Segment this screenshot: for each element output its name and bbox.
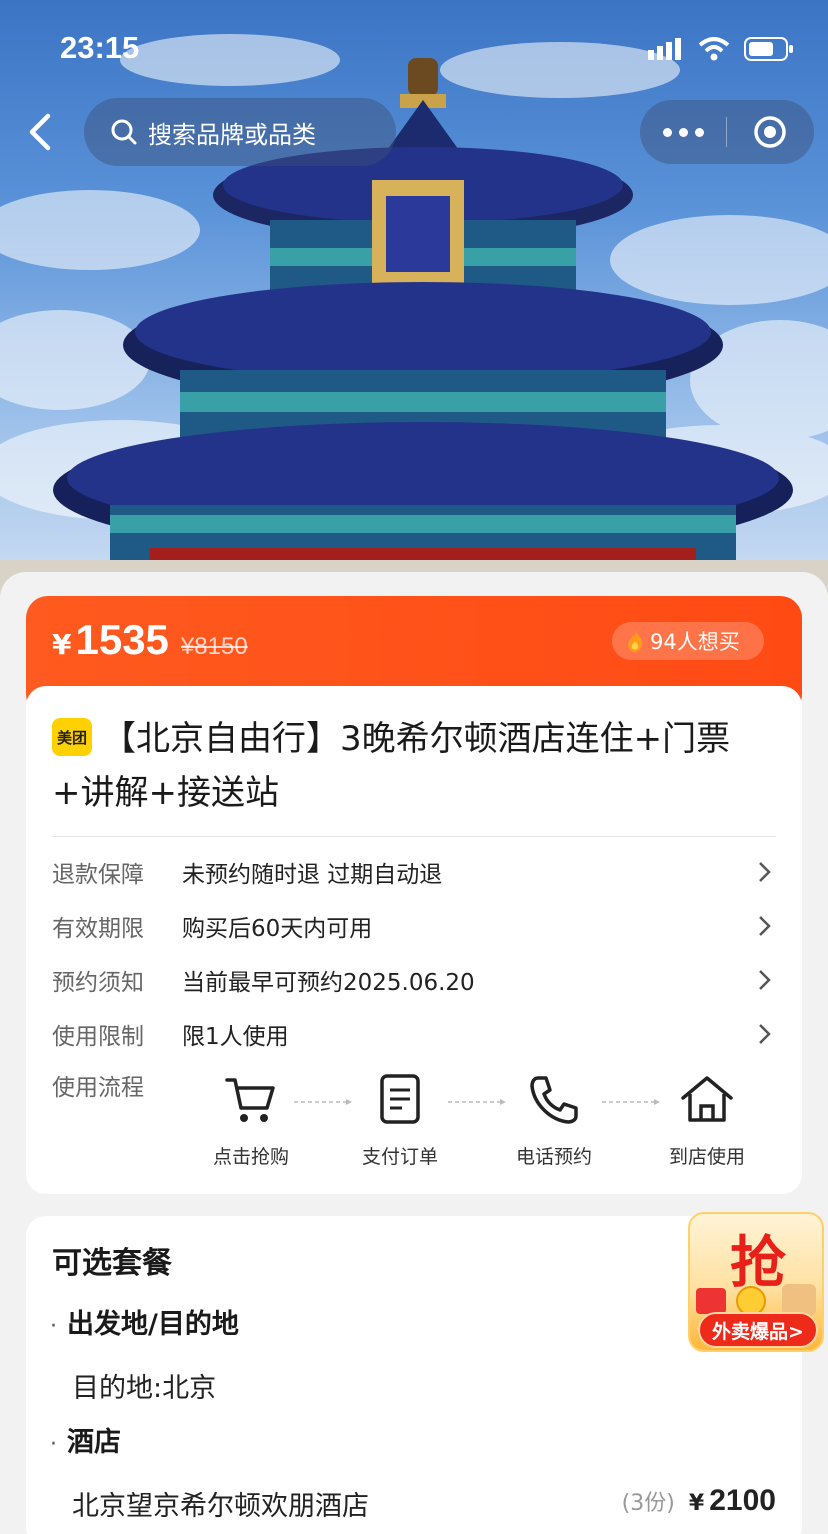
package-option[interactable]: 目的地:北京 <box>72 1366 216 1405</box>
original-price: ¥8150 <box>180 633 248 660</box>
document-icon <box>380 1074 420 1124</box>
info-key: 使用限制 <box>52 1024 144 1050</box>
chevron-left-icon <box>29 113 51 151</box>
want-badge: 94人想买 <box>612 622 764 660</box>
package-section-heading: · 酒店 <box>50 1420 121 1459</box>
close-miniprogram-button[interactable] <box>727 114 813 150</box>
info-key: 有效期限 <box>52 916 144 942</box>
info-key: 退款保障 <box>52 862 144 888</box>
phone-icon <box>530 1076 578 1124</box>
info-row-validity[interactable]: 有效期限 购买后60天内可用 <box>52 906 776 946</box>
bullet-dot: · <box>50 1314 57 1339</box>
package-amount: 2100 <box>709 1484 776 1517</box>
flame-icon <box>628 630 643 652</box>
flow-step: 支付订单 <box>345 1072 455 1169</box>
chevron-right-icon <box>759 862 771 882</box>
section-heading-text: 出发地/目的地 <box>67 1309 239 1340</box>
signal-icon <box>648 38 681 60</box>
currency-symbol: ¥ <box>52 628 72 661</box>
section-heading-text: 酒店 <box>67 1427 121 1458</box>
chevron-right-icon <box>759 970 771 990</box>
product-title: 【北京自由行】3晚希尔顿酒店连住+门票+讲解+接送站 <box>52 719 731 813</box>
flow-step-label: 点击抢购 <box>212 1146 289 1168</box>
info-row-limit[interactable]: 使用限制 限1人使用 <box>52 1014 776 1054</box>
bullet-dot: · <box>50 1432 57 1457</box>
wifi-icon <box>698 37 730 61</box>
drink-cup-icon <box>696 1288 726 1314</box>
more-button[interactable] <box>640 127 726 137</box>
back-button[interactable] <box>20 110 60 154</box>
price: ¥ 1535 ¥8150 <box>52 616 248 664</box>
dot-icon <box>694 127 704 137</box>
flow-step: 到店使用 <box>652 1072 762 1169</box>
flow-step-label: 电话预约 <box>515 1146 592 1168</box>
target-icon <box>754 116 786 148</box>
info-value: 当前最早可预约2025.06.20 <box>182 970 475 996</box>
search-placeholder: 搜索品牌或品类 <box>148 120 316 149</box>
currency-symbol: ¥ <box>688 1491 705 1516</box>
status-icons <box>648 36 794 62</box>
chevron-right-icon <box>759 916 771 936</box>
search-icon <box>111 119 137 145</box>
package-option-hotel[interactable]: 北京望京希尔顿欢朋酒店 <box>72 1484 369 1523</box>
flow-step-label: 到店使用 <box>668 1146 745 1168</box>
info-value: 限1人使用 <box>182 1024 289 1050</box>
divider <box>52 836 776 837</box>
want-count: 94人想买 <box>650 630 740 654</box>
flow-step-label: 支付订单 <box>361 1146 438 1168</box>
status-time: 23:15 <box>60 30 140 65</box>
packages-title: 可选套餐 <box>52 1246 172 1281</box>
package-price: (3份) ¥ 2100 <box>622 1484 776 1518</box>
miniprogram-capsule <box>640 100 814 164</box>
package-section-heading: · 出发地/目的地 <box>50 1302 239 1341</box>
brand-logo: 美团 <box>52 718 92 756</box>
status-bar: 23:15 <box>0 0 828 96</box>
home-icon <box>681 1076 733 1122</box>
floating-promo-ad[interactable]: 抢 外卖爆品> <box>688 1212 824 1352</box>
flow-step: 点击抢购 <box>196 1072 306 1169</box>
chevron-right-icon <box>759 1024 771 1044</box>
search-input[interactable]: 搜索品牌或品类 <box>84 98 396 166</box>
info-row-booking[interactable]: 预约须知 当前最早可预约2025.06.20 <box>52 960 776 1000</box>
info-row-refund[interactable]: 退款保障 未预约随时退 过期自动退 <box>52 852 776 892</box>
promo-tag: 外卖爆品> <box>698 1312 818 1348</box>
dot-icon <box>678 127 688 137</box>
dot-icon <box>662 127 672 137</box>
info-value: 未预约随时退 过期自动退 <box>182 862 443 888</box>
battery-icon <box>744 37 793 61</box>
info-value: 购买后60天内可用 <box>182 916 373 942</box>
flow-label: 使用流程 <box>52 1075 144 1101</box>
flow-step: 电话预约 <box>499 1072 609 1169</box>
current-price: 1535 <box>75 616 169 663</box>
info-key: 预约须知 <box>52 970 144 996</box>
cart-icon <box>225 1078 275 1122</box>
package-count: (3份) <box>621 1491 675 1516</box>
